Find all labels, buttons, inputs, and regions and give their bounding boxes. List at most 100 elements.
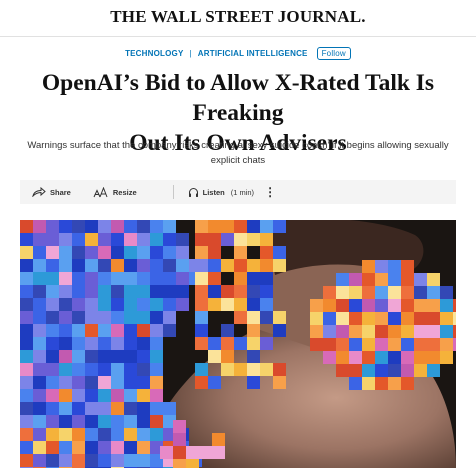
mosaic-pixel bbox=[310, 338, 323, 351]
mosaic-pixel bbox=[388, 351, 401, 364]
mosaic-pixel bbox=[111, 467, 124, 468]
mosaic-pixel bbox=[111, 233, 124, 246]
mosaic-pixel bbox=[199, 446, 212, 459]
mosaic-pixel bbox=[98, 246, 111, 259]
mosaic-pixel bbox=[124, 298, 137, 311]
mosaic-pixel bbox=[124, 350, 137, 363]
mosaic-pixel bbox=[375, 338, 388, 351]
mosaic-pixel bbox=[124, 402, 137, 415]
mosaic-pixel bbox=[72, 337, 85, 350]
mosaic-pixel bbox=[273, 259, 286, 272]
mosaic-pixel bbox=[33, 246, 46, 259]
mosaic-pixel bbox=[33, 428, 46, 441]
mosaic-pixel bbox=[98, 402, 111, 415]
mosaic-pixel bbox=[20, 246, 33, 259]
share-button[interactable]: Share bbox=[32, 187, 71, 197]
mosaic-pixel bbox=[33, 285, 46, 298]
mosaic-pixel bbox=[59, 246, 72, 259]
mosaic-pixel bbox=[414, 299, 427, 312]
mosaic-pixel bbox=[362, 377, 375, 390]
mosaic-pixel bbox=[33, 272, 46, 285]
mosaic-pixel bbox=[98, 415, 111, 428]
mosaic-pixel bbox=[46, 415, 59, 428]
mosaic-pixel bbox=[310, 299, 323, 312]
mosaic-pixel bbox=[85, 454, 98, 467]
mosaic-pixel bbox=[375, 325, 388, 338]
mosaic-pixel bbox=[98, 259, 111, 272]
mosaic-pixel bbox=[33, 363, 46, 376]
mosaic-pixel bbox=[20, 441, 33, 454]
mosaic-pixel bbox=[20, 259, 33, 272]
mosaic-pixel bbox=[247, 233, 260, 246]
mosaic-pixel bbox=[85, 246, 98, 259]
mosaic-pixel bbox=[234, 363, 247, 376]
wsj-logo[interactable]: THE WALL STREET JOURNAL. bbox=[0, 7, 476, 27]
mosaic-pixel bbox=[72, 415, 85, 428]
mosaic-pixel bbox=[20, 324, 33, 337]
mosaic-pixel bbox=[414, 325, 427, 338]
mosaic-pixel bbox=[124, 246, 137, 259]
mosaic-pixel bbox=[247, 311, 260, 324]
follow-button[interactable]: Follow bbox=[316, 46, 351, 60]
mosaic-pixel bbox=[388, 299, 401, 312]
mosaic-pixel bbox=[124, 428, 137, 441]
mosaic-pixel bbox=[137, 246, 150, 259]
mosaic-pixel bbox=[234, 259, 247, 272]
listen-button[interactable]: Listen (1 min) bbox=[188, 187, 254, 198]
mosaic-pixel bbox=[124, 272, 137, 285]
mosaic-pixel bbox=[427, 364, 440, 377]
mosaic-pixel bbox=[375, 299, 388, 312]
mosaic-pixel bbox=[176, 246, 189, 259]
mosaic-pixel bbox=[33, 454, 46, 467]
mosaic-pixel bbox=[336, 273, 349, 286]
mosaic-pixel bbox=[401, 364, 414, 377]
mosaic-pixel bbox=[46, 233, 59, 246]
mosaic-pixel bbox=[111, 402, 124, 415]
mosaic-pixel bbox=[388, 338, 401, 351]
mosaic-pixel bbox=[440, 286, 453, 299]
mosaic-pixel bbox=[440, 312, 453, 325]
resize-button[interactable]: Resize bbox=[93, 186, 137, 198]
topic-ai-link[interactable]: ARTIFICIAL INTELLIGENCE bbox=[198, 49, 308, 58]
mosaic-pixel bbox=[150, 298, 163, 311]
mosaic-pixel bbox=[46, 350, 59, 363]
mosaic-pixel bbox=[111, 311, 124, 324]
mosaic-pixel bbox=[98, 350, 111, 363]
mosaic-pixel bbox=[137, 311, 150, 324]
mosaic-pixel bbox=[401, 299, 414, 312]
mosaic-pixel bbox=[150, 376, 163, 389]
listen-duration: (1 min) bbox=[230, 187, 255, 197]
mosaic-pixel bbox=[85, 376, 98, 389]
mosaic-pixel bbox=[310, 312, 323, 325]
mosaic-pixel bbox=[111, 350, 124, 363]
topic-technology-link[interactable]: TECHNOLOGY bbox=[125, 49, 183, 58]
mosaic-pixel bbox=[137, 441, 150, 454]
mosaic-pixel bbox=[20, 337, 33, 350]
mosaic-pixel bbox=[98, 441, 111, 454]
mosaic-pixel bbox=[20, 415, 33, 428]
mosaic-pixel bbox=[59, 402, 72, 415]
mosaic-pixel bbox=[260, 233, 273, 246]
mosaic-pixel bbox=[150, 324, 163, 337]
mosaic-pixel bbox=[453, 299, 456, 312]
mosaic-pixel bbox=[20, 350, 33, 363]
mosaic-pixel bbox=[173, 446, 186, 459]
mosaic-pixel bbox=[375, 377, 388, 390]
mosaic-pixel bbox=[111, 246, 124, 259]
mosaic-pixel bbox=[163, 285, 176, 298]
mosaic-pixel bbox=[427, 286, 440, 299]
mosaic-pixel bbox=[46, 337, 59, 350]
mosaic-pixel bbox=[111, 454, 124, 467]
mosaic-pixel bbox=[98, 454, 111, 467]
mosaic-pixel bbox=[195, 233, 208, 246]
breadcrumb-separator: | bbox=[189, 48, 192, 58]
mosaic-pixel bbox=[375, 286, 388, 299]
mosaic-pixel bbox=[33, 259, 46, 272]
mosaic-pixel bbox=[59, 272, 72, 285]
more-options-icon[interactable]: ⋮ bbox=[264, 186, 276, 198]
mosaic-pixel bbox=[260, 259, 273, 272]
mosaic-pixel bbox=[137, 259, 150, 272]
mosaic-pixel bbox=[137, 298, 150, 311]
mosaic-pixel bbox=[124, 311, 137, 324]
mosaic-pixel bbox=[72, 402, 85, 415]
